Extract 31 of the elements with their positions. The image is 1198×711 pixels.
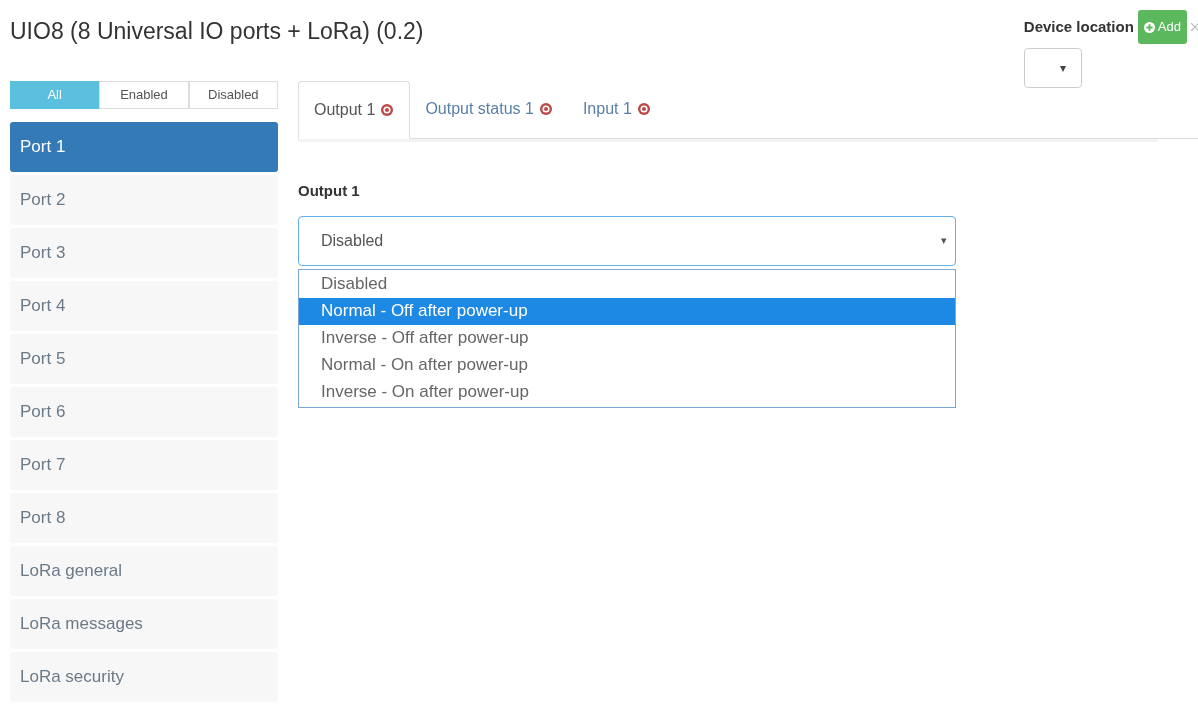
sidebar-item[interactable]: Port 2 bbox=[10, 175, 278, 225]
sidebar-item[interactable]: LoRa general bbox=[10, 546, 278, 596]
output-select[interactable]: Disabled ▾ bbox=[298, 215, 956, 266]
sidebar-item[interactable]: Port 5 bbox=[10, 334, 278, 384]
sidebar-item[interactable]: LoRa messages bbox=[10, 599, 278, 649]
page-title: UIO8 (8 Universal IO ports + LoRa) (0.2) bbox=[10, 17, 424, 46]
field-label: Output 1 bbox=[298, 181, 361, 201]
sidebar-item[interactable]: LoRa security bbox=[10, 652, 278, 702]
remove-icon[interactable] bbox=[538, 102, 553, 116]
tab[interactable]: Input 1 bbox=[567, 80, 666, 138]
dropdown-option[interactable]: Normal - On after power-up bbox=[299, 351, 955, 379]
field-label: Device location bbox=[1023, 16, 1134, 37]
tab[interactable]: Output status 1 bbox=[410, 80, 568, 138]
filter-button[interactable]: Enabled bbox=[99, 81, 189, 109]
dropdown-option[interactable]: Disabled bbox=[299, 270, 955, 298]
sidebar-item[interactable]: Port 8 bbox=[10, 493, 278, 543]
filter-button[interactable]: Disabled bbox=[188, 81, 278, 109]
dropdown-option[interactable]: Inverse - On after power-up bbox=[299, 378, 955, 406]
sidebar-item[interactable]: Port 1 bbox=[10, 122, 278, 172]
remove-icon[interactable] bbox=[636, 102, 651, 116]
sidebar-item[interactable]: Port 3 bbox=[10, 228, 278, 278]
sidebar-item[interactable]: Port 4 bbox=[10, 281, 278, 331]
add-button[interactable]: Add bbox=[1137, 10, 1187, 44]
sidebar-item[interactable]: Port 7 bbox=[10, 440, 278, 490]
tab[interactable]: Output 1 bbox=[298, 81, 411, 139]
location-select[interactable]: ▾ bbox=[1023, 48, 1082, 88]
remove-icon[interactable] bbox=[380, 103, 395, 117]
plus-icon bbox=[1143, 21, 1155, 33]
sidebar-item[interactable]: Port 6 bbox=[10, 387, 278, 437]
dropdown-option[interactable]: Normal - Off after power-up bbox=[299, 297, 955, 325]
dropdown-option[interactable]: Inverse - Off after power-up bbox=[299, 324, 955, 352]
